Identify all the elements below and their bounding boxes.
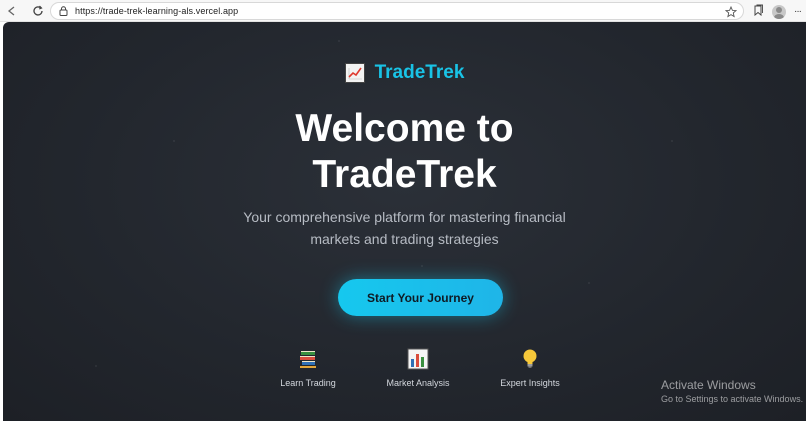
feature-expert-insights: Expert Insights	[475, 348, 585, 388]
feature-label: Market Analysis	[386, 378, 450, 388]
subtitle-line-2: markets and trading strategies	[310, 231, 499, 247]
feature-label: Expert Insights	[500, 378, 560, 388]
page-title: Welcome to TradeTrek	[3, 106, 806, 198]
title-line-2: TradeTrek	[312, 153, 497, 196]
feature-market-analysis: Market Analysis	[363, 348, 473, 388]
favorite-star-icon[interactable]	[724, 5, 738, 18]
page-viewport: TradeTrek Welcome to TradeTrek Your comp…	[3, 22, 806, 421]
books-icon	[297, 348, 319, 370]
background-dot	[338, 40, 340, 42]
address-bar[interactable]: https://trade-trek-learning-als.vercel.a…	[50, 2, 744, 20]
background-dot	[421, 265, 423, 267]
title-line-1: Welcome to	[295, 107, 514, 150]
watermark-subtitle: Go to Settings to activate Windows.	[661, 394, 804, 404]
more-menu-icon[interactable]: ···	[794, 7, 802, 17]
background-dot	[588, 282, 590, 284]
light-bulb-icon	[519, 348, 541, 370]
bar-chart-icon	[407, 348, 429, 370]
brand-name[interactable]: TradeTrek	[375, 62, 465, 84]
browser-toolbar: https://trade-trek-learning-als.vercel.a…	[0, 0, 806, 22]
page-subtitle: Your comprehensive platform for masterin…	[3, 206, 806, 250]
feature-label: Learn Trading	[280, 378, 336, 388]
start-journey-button[interactable]: Start Your Journey	[338, 279, 503, 316]
url-text[interactable]: https://trade-trek-learning-als.vercel.a…	[75, 6, 238, 16]
profile-avatar[interactable]	[772, 5, 786, 19]
watermark-title: Activate Windows	[661, 378, 756, 392]
refresh-icon[interactable]	[30, 3, 46, 19]
collections-icon[interactable]	[752, 3, 764, 21]
chart-increasing-icon	[344, 63, 365, 83]
feature-learn-trading: Learn Trading	[253, 348, 363, 388]
activate-windows-watermark: Activate Windows Go to Settings to activ…	[661, 378, 806, 404]
subtitle-line-1: Your comprehensive platform for masterin…	[243, 209, 566, 225]
background-dot	[95, 365, 97, 367]
brand-header: TradeTrek	[3, 62, 806, 84]
lock-icon[interactable]	[57, 5, 69, 17]
back-icon[interactable]	[4, 3, 20, 19]
